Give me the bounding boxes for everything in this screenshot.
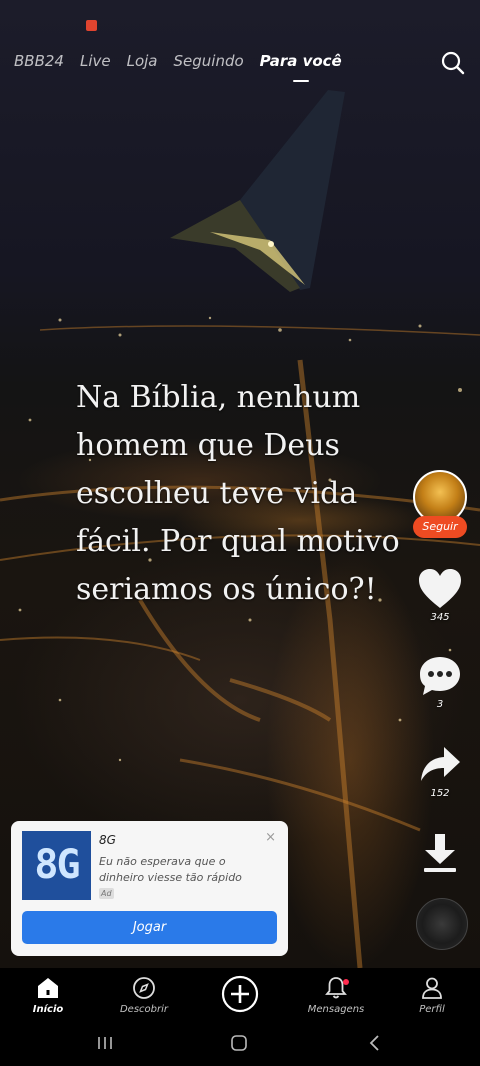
follow-button[interactable]: Seguir [413, 516, 467, 538]
nav-messages-label: Mensagens [307, 1004, 365, 1015]
home-system-button[interactable] [230, 1034, 248, 1056]
ad-description-text: Eu não esperava que o dinheiro viesse tã… [99, 855, 242, 884]
app-notification-icon [86, 20, 97, 31]
home-button-icon [231, 1035, 247, 1051]
nav-home[interactable]: Início [8, 976, 88, 1015]
person-icon [422, 977, 442, 999]
bottom-nav: Início Descobrir Mensagens Perfil [0, 968, 480, 1024]
comment-button[interactable]: 3 [416, 655, 464, 710]
nav-home-label: Início [32, 1004, 64, 1015]
like-count: 345 [430, 612, 450, 623]
heart-icon [419, 569, 461, 608]
share-arrow-icon [421, 747, 460, 781]
create-plus-icon [221, 975, 259, 1013]
ad-tag: Ad [99, 888, 114, 899]
tab-loja[interactable]: Loja [127, 50, 158, 74]
tab-para-voce[interactable]: Para você [260, 50, 342, 82]
nav-discover-label: Descobrir [119, 1004, 169, 1015]
notification-dot [343, 979, 349, 985]
like-button[interactable]: 345 [416, 568, 464, 623]
nav-messages[interactable]: Mensagens [296, 976, 376, 1015]
status-bar [0, 0, 480, 40]
download-button[interactable] [416, 830, 464, 874]
share-count: 152 [430, 788, 450, 799]
nav-profile-label: Perfil [419, 1004, 445, 1015]
ad-title: 8G [99, 833, 116, 847]
search-icon [441, 51, 465, 75]
ad-close-button[interactable]: × [265, 831, 276, 845]
recent-apps-icon [98, 1037, 112, 1049]
ad-description: Eu não esperava que o dinheiro viesse tã… [99, 854, 259, 902]
compass-icon [133, 977, 155, 999]
ad-logo: 8G [22, 831, 91, 900]
top-tabs: BBB24 Live Loja Seguindo Para você [14, 50, 358, 82]
comment-icon [420, 657, 460, 695]
share-button[interactable]: 152 [416, 744, 464, 799]
comment-count: 3 [436, 699, 444, 710]
download-icon [424, 834, 456, 872]
home-icon [38, 978, 58, 998]
tab-seguindo[interactable]: Seguindo [174, 50, 244, 74]
music-disc[interactable] [416, 898, 468, 950]
nav-profile[interactable]: Perfil [392, 976, 472, 1015]
recent-apps-button[interactable] [96, 1034, 114, 1056]
tab-bbb24[interactable]: BBB24 [14, 50, 64, 74]
nav-discover[interactable]: Descobrir [104, 976, 184, 1015]
ad-card[interactable]: 8G 8G Eu não esperava que o dinheiro vie… [11, 821, 288, 956]
ad-cta-button[interactable]: Jogar [22, 911, 277, 944]
nav-create[interactable] [200, 975, 280, 1013]
tab-live[interactable]: Live [80, 50, 111, 74]
video-caption: Na Bíblia, nenhum homem que Deus escolhe… [76, 380, 400, 607]
system-nav-bar [0, 1024, 480, 1066]
back-button[interactable] [366, 1034, 384, 1056]
back-icon [369, 1035, 379, 1051]
search-button[interactable] [440, 50, 466, 76]
